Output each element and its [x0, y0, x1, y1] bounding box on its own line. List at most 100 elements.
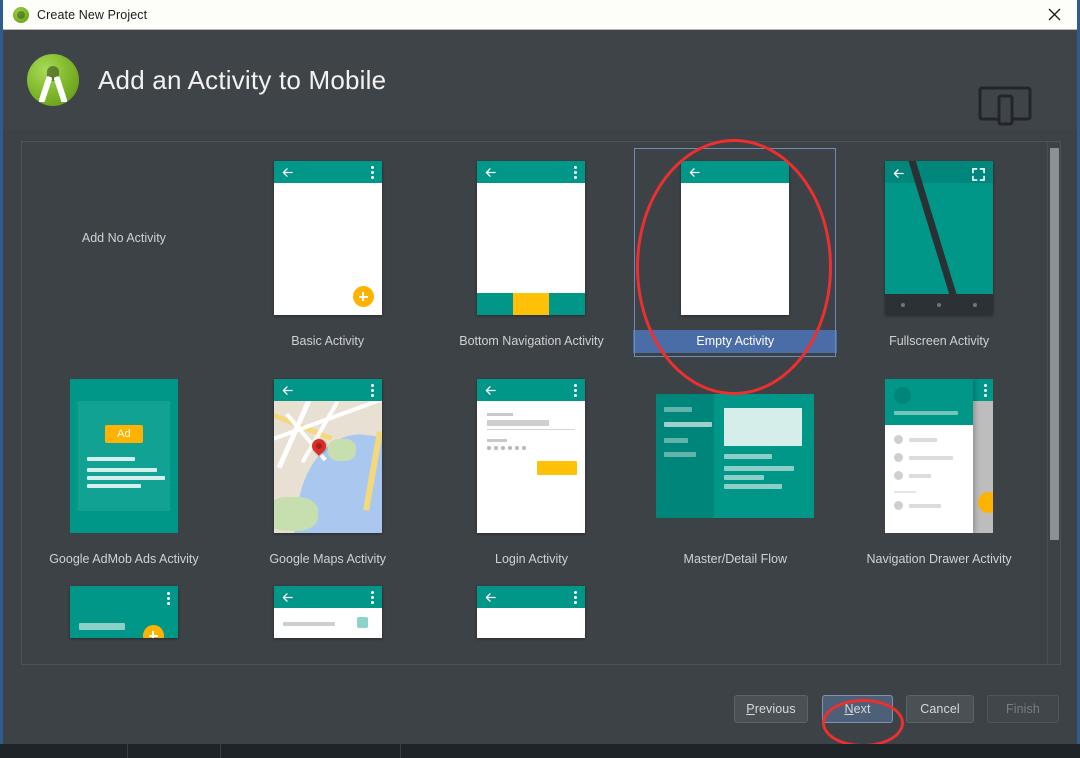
settings-activity-thumbnail	[226, 586, 430, 638]
login-form	[477, 401, 586, 533]
email-field-label	[487, 413, 514, 416]
app-bar	[477, 379, 586, 401]
cell-label-spacer	[22, 330, 226, 353]
avatar	[894, 387, 912, 404]
activity-label: Master/Detail Flow	[683, 552, 788, 566]
window-titlebar: Create New Project	[3, 0, 1077, 30]
navigation-drawer-activity-thumbnail	[837, 368, 1041, 544]
previous-mnemonic: P	[746, 702, 755, 716]
activity-label: Basic Activity	[291, 334, 365, 348]
overflow-menu-icon	[984, 384, 988, 397]
activity-template-add-no-activity[interactable]: Add No Activity	[22, 150, 226, 353]
overflow-menu-icon	[370, 384, 374, 397]
page-title: Add an Activity to Mobile	[98, 64, 387, 95]
add-no-activity-text: Add No Activity	[81, 231, 166, 245]
ad-badge: Ad	[104, 425, 143, 443]
activity-template-login-activity[interactable]: Login Activity	[430, 368, 634, 571]
overflow-menu-icon	[166, 592, 170, 605]
vertical-scrollbar-thumb[interactable]	[1050, 148, 1059, 540]
app-bar	[273, 586, 382, 608]
activity-gallery-frame: Add No Activity Basic Activity Bottom Na…	[21, 141, 1061, 665]
drawer-item-icon	[894, 435, 904, 444]
cancel-button[interactable]: Cancel	[906, 695, 974, 723]
activity-template-google-admob-ads-activity[interactable]: Ad Google AdMob Ads Activity	[22, 368, 226, 571]
close-icon[interactable]	[1031, 0, 1077, 29]
activity-template-bottom-navigation-activity[interactable]: Bottom Navigation Activity	[430, 150, 634, 353]
activity-template-google-maps-activity[interactable]: Google Maps Activity	[226, 368, 430, 571]
password-field-value	[487, 446, 527, 450]
create-new-project-window: Create New Project Add an Activity to Mo…	[0, 0, 1080, 758]
activity-template-settings-activity[interactable]	[226, 586, 430, 651]
floating-action-button-icon	[352, 286, 374, 307]
app-bar	[273, 161, 382, 183]
hero-title-placeholder	[78, 623, 125, 630]
next-button-label-rest: ext	[853, 702, 871, 716]
finish-button: Finish	[987, 695, 1059, 723]
activity-label: Google Maps Activity	[269, 552, 387, 566]
activity-label	[226, 642, 430, 651]
drawer-item-label	[909, 504, 942, 508]
navigation-drawer-panel	[885, 379, 974, 533]
app-bar	[477, 161, 586, 183]
email-field-underline	[487, 429, 576, 430]
back-arrow-icon	[486, 168, 497, 177]
back-arrow-icon	[282, 593, 293, 602]
wizard-header: Add an Activity to Mobile	[3, 30, 1077, 130]
vertical-scrollbar[interactable]	[1047, 142, 1060, 664]
overflow-menu-icon	[370, 591, 374, 604]
activity-template-tabbed-activity[interactable]	[430, 586, 634, 651]
app-bar	[681, 161, 790, 183]
fullscreen-activity-thumbnail	[837, 150, 1041, 326]
fullscreen-canvas	[885, 161, 994, 315]
login-activity-thumbnail	[430, 368, 634, 544]
activity-gallery-scroll[interactable]: Add No Activity Basic Activity Bottom Na…	[22, 142, 1041, 664]
diagonal-stripe	[903, 161, 972, 315]
scrolling-activity-thumbnail	[22, 586, 226, 638]
back-arrow-icon	[486, 386, 497, 395]
next-button[interactable]: Next	[822, 695, 893, 723]
back-arrow-icon	[690, 168, 701, 177]
activity-label	[22, 642, 226, 651]
map-canvas	[273, 401, 382, 533]
ad-container: Ad	[77, 401, 170, 511]
app-bar	[273, 379, 382, 401]
taskbar-strip	[0, 744, 1080, 758]
tablet-phone-device-icon	[978, 86, 1032, 126]
drawer-header	[885, 379, 974, 425]
empty-activity-thumbnail	[633, 150, 837, 326]
activity-template-scrolling-activity[interactable]	[22, 586, 226, 651]
phone-preview	[477, 379, 586, 533]
activity-template-master-detail-flow[interactable]: Master/Detail Flow	[633, 368, 837, 571]
phone-preview	[273, 586, 382, 638]
previous-button-label-rest: revious	[754, 702, 796, 716]
activity-gallery-area: Add No Activity Basic Activity Bottom Na…	[3, 130, 1077, 681]
fullscreen-expand-icon	[972, 168, 985, 181]
activity-template-basic-activity[interactable]: Basic Activity	[226, 150, 430, 353]
phone-preview	[69, 586, 178, 638]
bottom-navigation-activity-thumbnail	[430, 150, 634, 326]
phone-preview	[477, 586, 586, 638]
tabbed-activity-thumbnail	[430, 586, 634, 638]
checkbox-icon	[356, 617, 368, 628]
activity-label: Fullscreen Activity	[889, 334, 990, 348]
overflow-menu-icon	[574, 384, 578, 397]
sign-in-button	[537, 461, 578, 475]
gallery-row: Ad Google AdMob Ads Activity Google Maps…	[22, 368, 1041, 571]
android-studio-logo-icon	[27, 54, 79, 106]
activity-template-empty-activity[interactable]: Empty Activity	[633, 148, 838, 357]
back-arrow-icon	[486, 593, 497, 602]
password-field-label	[487, 439, 508, 442]
activity-label-selected: Empty Activity	[633, 330, 838, 353]
floating-action-button-icon	[142, 625, 164, 638]
activity-template-navigation-drawer-activity[interactable]: Navigation Drawer Activity	[837, 368, 1041, 571]
drawer-item-icon	[894, 453, 904, 462]
tablet-preview	[656, 394, 815, 518]
activity-template-fullscreen-activity[interactable]: Fullscreen Activity	[837, 150, 1041, 353]
phone-preview	[885, 379, 994, 533]
email-field-value	[487, 420, 550, 426]
activity-label	[430, 642, 634, 651]
previous-button[interactable]: Previous	[734, 695, 808, 723]
activity-label: Bottom Navigation Activity	[459, 334, 604, 348]
back-arrow-icon	[282, 168, 293, 177]
android-studio-icon	[13, 6, 29, 23]
